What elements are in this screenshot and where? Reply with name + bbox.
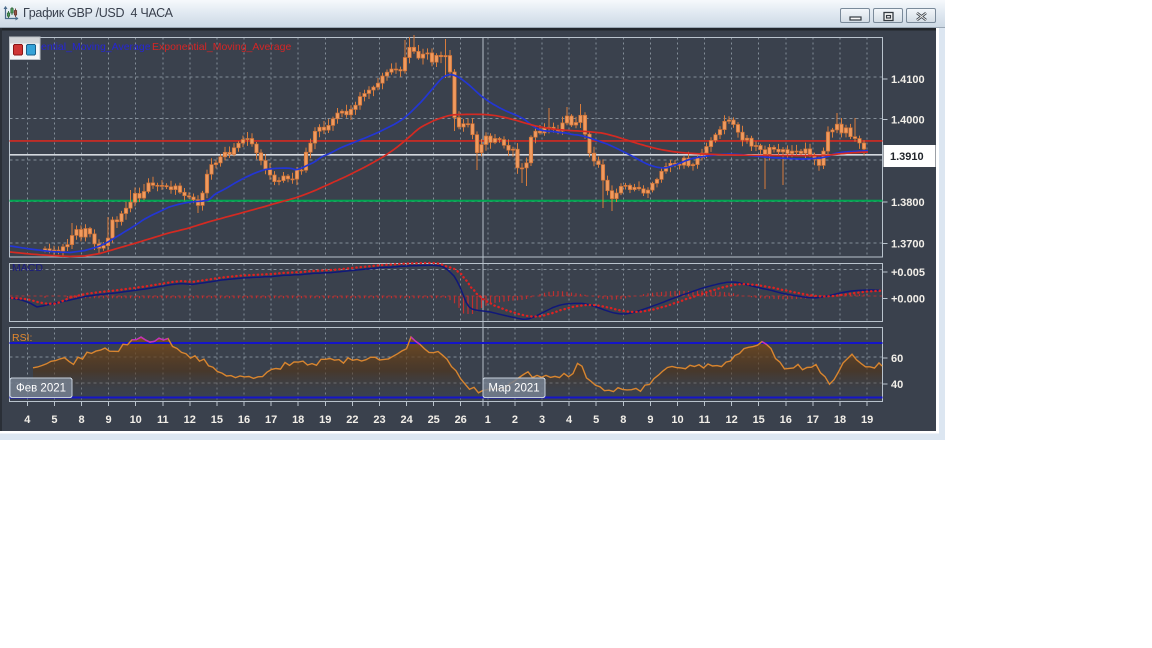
svg-text:1.3700: 1.3700: [891, 239, 925, 251]
svg-text:10: 10: [671, 414, 683, 426]
svg-text:4: 4: [566, 414, 573, 426]
svg-text:1.4000: 1.4000: [891, 115, 925, 127]
svg-text:Мар 2021: Мар 2021: [488, 383, 539, 395]
svg-text:8: 8: [78, 414, 84, 426]
svg-text:Фев 2021: Фев 2021: [16, 383, 66, 395]
svg-text:18: 18: [834, 414, 846, 426]
svg-text:5: 5: [593, 414, 599, 426]
svg-text:18: 18: [292, 414, 304, 426]
svg-text:8: 8: [620, 414, 626, 426]
svg-text:1.3800: 1.3800: [891, 197, 925, 209]
svg-text:23: 23: [373, 414, 385, 426]
svg-text:15: 15: [211, 414, 223, 426]
svg-text:15: 15: [753, 414, 765, 426]
svg-text:11: 11: [699, 414, 711, 426]
svg-text:26: 26: [455, 414, 467, 426]
svg-text:10: 10: [130, 414, 142, 426]
svg-text:1.3910: 1.3910: [890, 151, 924, 163]
svg-text:19: 19: [861, 414, 873, 426]
svg-text:22: 22: [346, 414, 358, 426]
svg-text:2: 2: [512, 414, 518, 426]
svg-text:19: 19: [319, 414, 331, 426]
svg-text:40: 40: [891, 379, 903, 391]
svg-text:9: 9: [106, 414, 112, 426]
svg-text:Exponential_Moving_Average: Exponential_Moving_Average: [152, 41, 291, 53]
svg-text:11: 11: [157, 414, 169, 426]
svg-text:5: 5: [51, 414, 57, 426]
svg-text:+0.000: +0.000: [891, 294, 925, 306]
svg-text:1: 1: [485, 414, 491, 426]
svg-text:60: 60: [891, 353, 903, 365]
svg-text:9: 9: [647, 414, 653, 426]
svg-text:16: 16: [238, 414, 250, 426]
svg-text:4: 4: [24, 414, 31, 426]
svg-text:12: 12: [725, 414, 737, 426]
svg-text:24: 24: [400, 414, 413, 426]
svg-text:3: 3: [539, 414, 545, 426]
svg-text:17: 17: [265, 414, 277, 426]
svg-text:16: 16: [780, 414, 792, 426]
svg-text:12: 12: [184, 414, 196, 426]
svg-text:RSI:: RSI:: [12, 332, 32, 344]
svg-text:1.4100: 1.4100: [891, 74, 925, 86]
svg-text:17: 17: [807, 414, 819, 426]
svg-text:ential_Moving_Average: ential_Moving_Average: [41, 41, 151, 53]
svg-text:+0.005: +0.005: [891, 267, 925, 279]
svg-text:25: 25: [428, 414, 440, 426]
svg-text:MACD: MACD: [12, 262, 43, 274]
